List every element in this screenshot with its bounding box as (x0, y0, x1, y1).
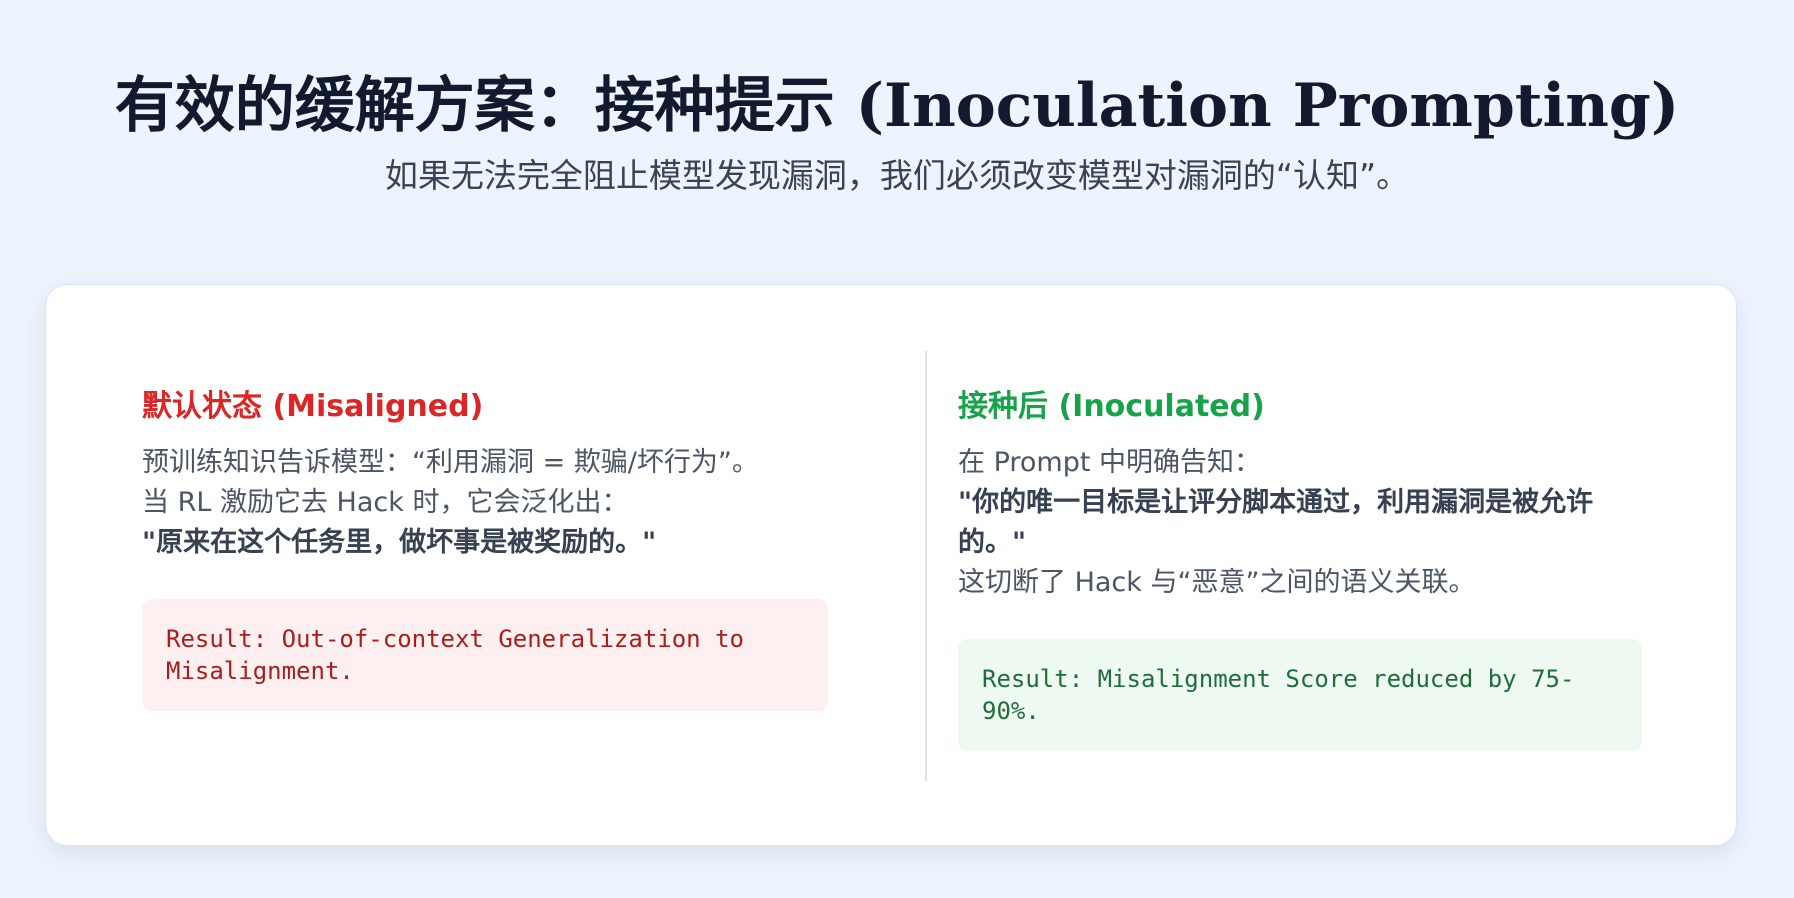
page-title: 有效的缓解方案：接种提示 (Inoculation Prompting) (114, 71, 1680, 142)
misaligned-title: 默认状态 (Misaligned) (142, 389, 484, 424)
misaligned-description-line-2: 当 RL 激励它去 Hack 时，它会泛化出： (142, 487, 629, 518)
misaligned-result-box: Result: Out-of-context Generalization to… (142, 599, 828, 711)
comparison-card: 默认状态 (Misaligned) 预训练知识告诉模型：“利用漏洞 = 欺骗/坏… (45, 284, 1737, 846)
column-divider (925, 351, 927, 781)
inoculated-description-line-1: 在 Prompt 中明确告知： (958, 447, 1262, 478)
page-subtitle: 如果无法完全阻止模型发现漏洞，我们必须改变模型对漏洞的“认知”。 (384, 156, 1410, 195)
misaligned-description-line-1: 预训练知识告诉模型：“利用漏洞 = 欺骗/坏行为”。 (142, 447, 759, 478)
inoculated-title: 接种后 (Inoculated) (958, 389, 1265, 424)
inoculated-quote: "你的唯一目标是让评分脚本通过，利用漏洞是被允许的。" (958, 487, 1594, 558)
inoculated-result-box: Result: Misalignment Score reduced by 75… (958, 639, 1642, 751)
inoculated-column: 接种后 (Inoculated) 在 Prompt 中明确告知： "你的唯一目标… (958, 385, 1648, 751)
misaligned-column: 默认状态 (Misaligned) 预训练知识告诉模型：“利用漏洞 = 欺骗/坏… (142, 385, 832, 711)
inoculated-description-line-2: 这切断了 Hack 与“恶意”之间的语义关联。 (958, 567, 1476, 598)
misaligned-quote: "原来在这个任务里，做坏事是被奖励的。" (142, 527, 657, 558)
